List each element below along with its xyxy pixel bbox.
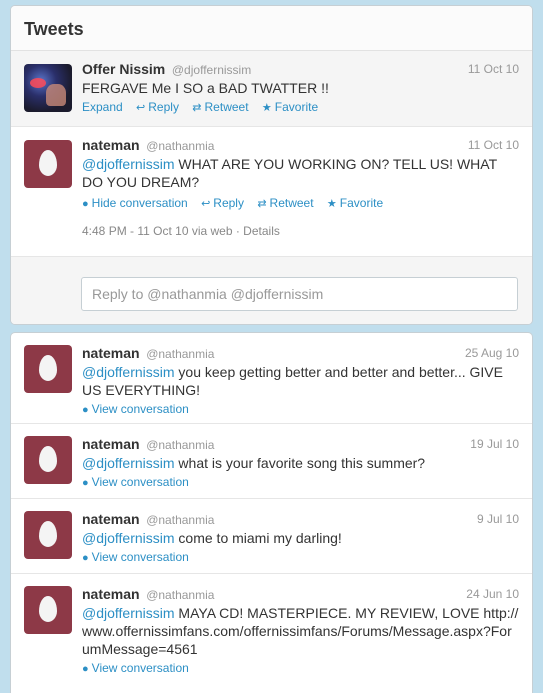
view-conversation-link[interactable]: ● View conversation <box>82 401 519 418</box>
egg-icon <box>39 355 57 381</box>
tweet-offer-nissim[interactable]: Offer Nissim @djoffernissim 11 Oct 10 FE… <box>11 51 532 127</box>
speech-bubble-icon: ● <box>82 552 89 564</box>
favorite-action[interactable]: ★ Favorite <box>262 100 318 114</box>
tweet-item[interactable]: nateman @nathanmia 9 Jul 10 @djofferniss… <box>11 499 532 574</box>
egg-icon <box>39 596 57 622</box>
expand-link[interactable]: Expand <box>82 100 123 114</box>
tweet-author-name[interactable]: nateman <box>82 345 140 361</box>
tweet-timestamp[interactable]: 19 Jul 10 <box>470 435 519 453</box>
tweet-nateman-expanded[interactable]: nateman @nathanmia 11 Oct 10 @djoffernis… <box>11 127 532 256</box>
tweet-item[interactable]: nateman @nathanmia 24 Jun 10 @djoffernis… <box>11 574 532 684</box>
favorite-label: Favorite <box>274 100 319 114</box>
tweet-author-handle[interactable]: @nathanmia <box>146 588 214 602</box>
tweet-author-handle[interactable]: @nathanmia <box>146 139 214 153</box>
retweet-label: Retweet <box>204 100 249 114</box>
retweet-action[interactable]: ⇄ Retweet <box>257 196 313 210</box>
retweet-icon: ⇄ <box>192 102 202 114</box>
mention-link[interactable]: @djoffernissim <box>82 455 175 471</box>
mention-link[interactable]: @djoffernissim <box>82 364 175 380</box>
tweet-author-handle[interactable]: @djoffernissim <box>172 63 251 77</box>
timeline-panel: nateman @nathanmia 25 Aug 10 @djoffernis… <box>10 332 533 693</box>
retweet-action[interactable]: ⇄ Retweet <box>192 100 248 114</box>
speech-bubble-icon: ● <box>82 198 89 210</box>
star-icon: ★ <box>261 102 272 114</box>
reply-arrow-icon: ↩ <box>201 198 211 210</box>
egg-icon <box>39 150 57 176</box>
egg-icon <box>39 446 57 472</box>
tweet-text: FERGAVE Me I SO a BAD TWATTER !! <box>82 80 329 96</box>
speech-bubble-icon: ● <box>82 477 89 489</box>
avatar[interactable] <box>24 586 72 634</box>
tweet-actions: Expand ↩ Reply ⇄ Retweet ★ Favorite <box>82 99 519 116</box>
tweet-timestamp[interactable]: 11 Oct 10 <box>468 136 519 154</box>
hide-conversation-label: Hide conversation <box>91 196 188 210</box>
avatar[interactable] <box>24 345 72 393</box>
expanded-tweets-panel: Tweets Offer Nissim @djoffernissim 11 Oc… <box>10 5 533 325</box>
avatar[interactable] <box>24 64 72 112</box>
tweet-timestamp[interactable]: 9 Jul 10 <box>477 510 519 528</box>
retweet-label: Retweet <box>269 196 314 210</box>
panel-title: Tweets <box>11 6 532 51</box>
retweet-icon: ⇄ <box>257 198 267 210</box>
view-conversation-label: View conversation <box>91 475 189 489</box>
tweet-body: what is your favorite song this summer? <box>174 455 426 471</box>
view-conversation-label: View conversation <box>91 402 189 416</box>
star-icon: ★ <box>326 198 337 210</box>
view-conversation-label: View conversation <box>91 661 189 675</box>
reply-label: Reply <box>213 196 244 210</box>
reply-label: Reply <box>148 100 179 114</box>
tweet-author-handle[interactable]: @nathanmia <box>146 347 214 361</box>
view-conversation-link[interactable]: ● View conversation <box>82 660 519 677</box>
tweet-timestamp[interactable]: 25 Aug 10 <box>465 344 519 362</box>
tweet-text: @djoffernissim what is your favorite son… <box>82 454 519 472</box>
tweet-item[interactable]: nateman @nathanmia 25 Aug 10 @djoffernis… <box>11 333 532 424</box>
view-conversation-link[interactable]: ● View conversation <box>82 474 519 491</box>
tweet-timestamp[interactable]: 11 Oct 10 <box>468 60 519 78</box>
tweet-text: @djoffernissim come to miami my darling! <box>82 529 519 547</box>
tweet-text: @djoffernissim you keep getting better a… <box>82 363 519 399</box>
avatar[interactable] <box>24 140 72 188</box>
tweet-author-handle[interactable]: @nathanmia <box>146 513 214 527</box>
view-conversation-link[interactable]: ● View conversation <box>82 549 519 566</box>
tweet-text: @djoffernissim WHAT ARE YOU WORKING ON? … <box>82 155 519 191</box>
mention-link[interactable]: @djoffernissim <box>82 605 175 621</box>
tweet-text: @djoffernissim MAYA CD! MASTERPIECE. MY … <box>82 604 519 658</box>
avatar[interactable] <box>24 436 72 484</box>
reply-action[interactable]: ↩ Reply <box>136 100 179 114</box>
tweet-author-name[interactable]: nateman <box>82 436 140 452</box>
tweet-timestamp[interactable]: 24 Jun 10 <box>466 585 519 603</box>
hide-conversation-link[interactable]: ● Hide conversation <box>82 196 188 210</box>
tweet-author-name[interactable]: Offer Nissim <box>82 61 165 77</box>
tweet-author-handle[interactable]: @nathanmia <box>146 438 214 452</box>
reply-arrow-icon: ↩ <box>136 102 146 114</box>
tweet-author-name[interactable]: nateman <box>82 511 140 527</box>
tweet-item[interactable]: nateman @nathanmia 19 Jul 10 @djoffernis… <box>11 424 532 499</box>
avatar[interactable] <box>24 511 72 559</box>
tweet-body: come to miami my darling! <box>174 530 342 546</box>
tweet-author-name[interactable]: nateman <box>82 137 140 153</box>
mention-link[interactable]: @djoffernissim <box>82 156 175 172</box>
speech-bubble-icon: ● <box>82 663 89 675</box>
tweet-actions: ● Hide conversation ↩ Reply ⇄ Retweet ★ Favo… <box>82 195 519 212</box>
tweet-details-meta[interactable]: 4:48 PM - 11 Oct 10 via web · Details <box>82 224 519 238</box>
egg-icon <box>39 521 57 547</box>
view-conversation-label: View conversation <box>91 550 189 564</box>
speech-bubble-icon: ● <box>82 404 89 416</box>
reply-action[interactable]: ↩ Reply <box>201 196 244 210</box>
tweet-author-name[interactable]: nateman <box>82 586 140 602</box>
favorite-action[interactable]: ★ Favorite <box>327 196 383 210</box>
mention-link[interactable]: @djoffernissim <box>82 530 175 546</box>
reply-input[interactable]: Reply to @nathanmia @djoffernissim <box>81 277 518 311</box>
favorite-label: Favorite <box>339 196 384 210</box>
